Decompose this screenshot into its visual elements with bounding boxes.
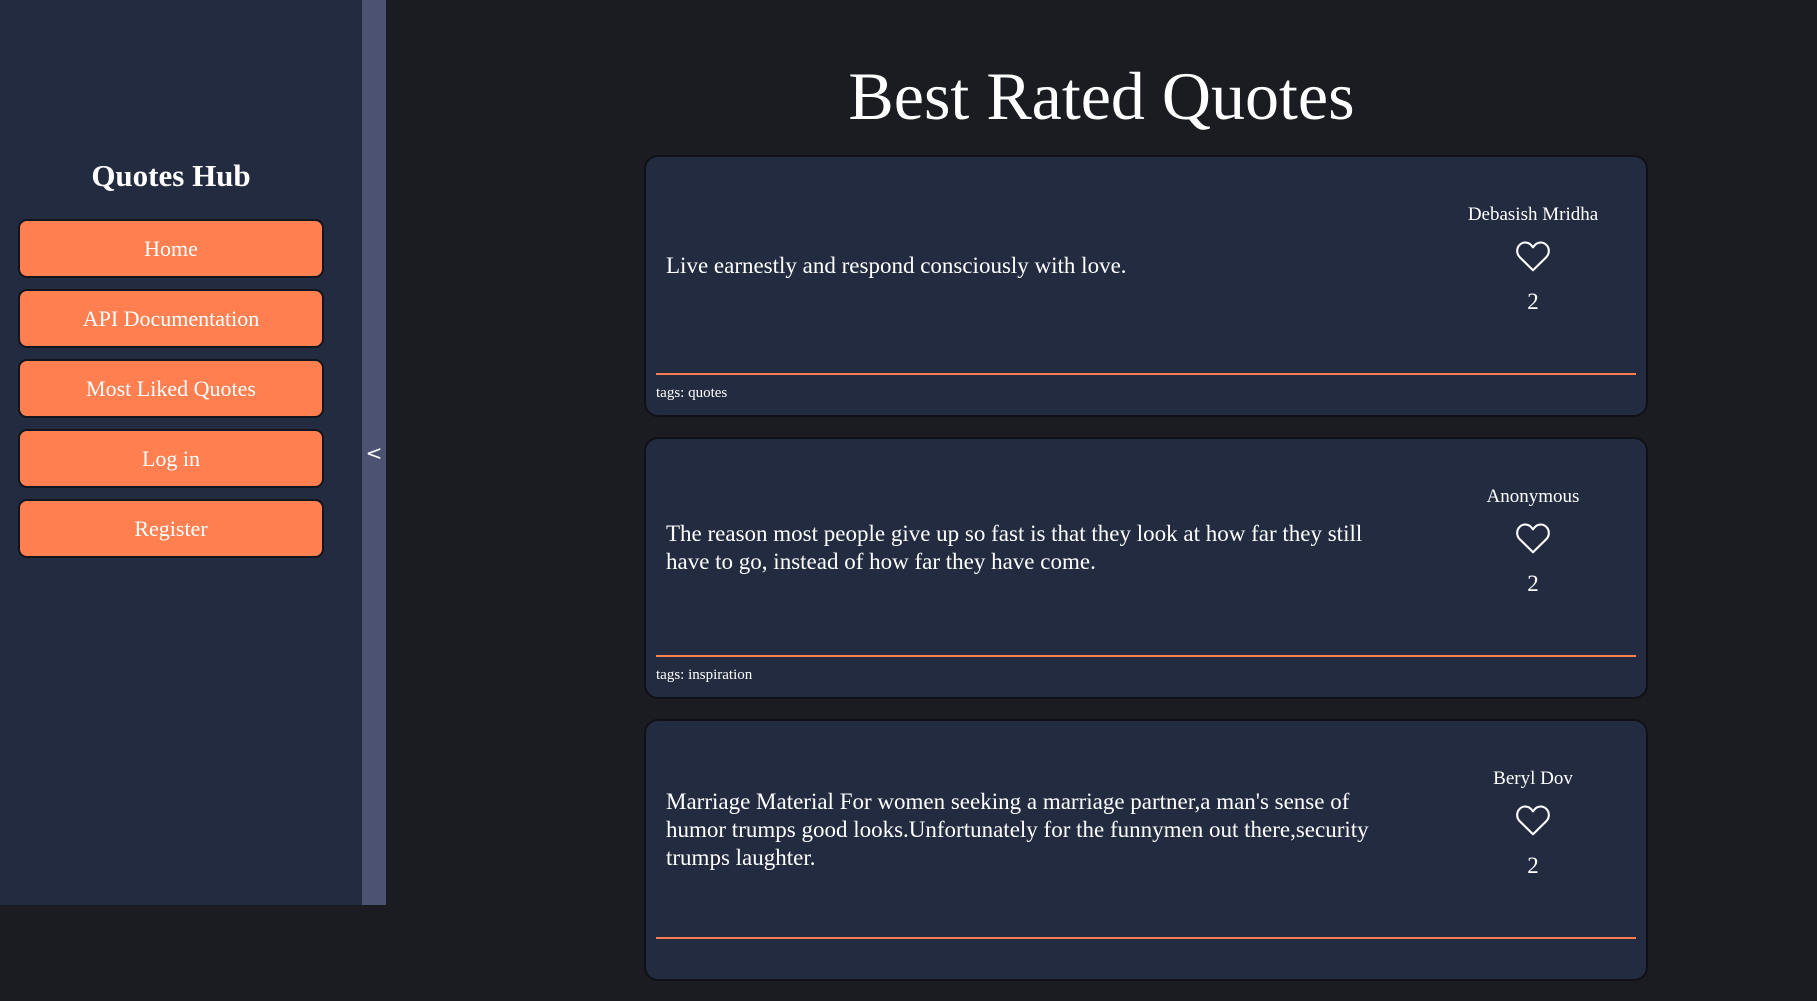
quote-author: Beryl Dov <box>1493 768 1573 789</box>
quote-text: The reason most people give up so fast i… <box>666 521 1363 574</box>
quote-text: Marriage Material For women seeking a ma… <box>666 789 1369 870</box>
nav-log-in-button[interactable]: Log in <box>18 429 324 488</box>
nav-home-button[interactable]: Home <box>18 219 324 278</box>
quote-meta: Anonymous 2 <box>1426 485 1640 597</box>
quote-meta: Beryl Dov 2 <box>1426 767 1640 879</box>
sidebar-nav: Home API Documentation Most Liked Quotes… <box>18 219 324 569</box>
nav-most-liked-quotes-button[interactable]: Most Liked Quotes <box>18 359 324 418</box>
quote-card: The reason most people give up so fast i… <box>644 437 1648 699</box>
like-button[interactable] <box>1515 803 1551 837</box>
chevron-left-icon: < <box>365 440 383 465</box>
nav-api-documentation-button[interactable]: API Documentation <box>18 289 324 348</box>
like-button[interactable] <box>1515 521 1551 555</box>
app-title: Quotes Hub <box>91 158 251 193</box>
nav-register-button[interactable]: Register <box>18 499 324 558</box>
quote-tags: tags: inspiration <box>656 667 753 683</box>
card-divider <box>656 373 1636 375</box>
card-divider <box>656 655 1636 657</box>
like-count: 2 <box>1527 289 1539 314</box>
quote-meta: Debasish Mridha 2 <box>1426 203 1640 315</box>
heart-outline-icon <box>1516 523 1550 554</box>
quote-author: Anonymous <box>1486 486 1580 507</box>
quote-tags: tags: quotes <box>656 385 728 401</box>
quote-text: Live earnestly and respond consciously w… <box>666 253 1127 278</box>
quote-author: Debasish Mridha <box>1467 204 1599 225</box>
heart-outline-icon <box>1516 805 1550 836</box>
heart-outline-icon <box>1516 241 1550 272</box>
sidebar-collapse-button[interactable]: < <box>362 0 386 905</box>
sidebar: Quotes Hub Home API Documentation Most L… <box>0 0 362 905</box>
quote-card: Live earnestly and respond consciously w… <box>644 155 1648 417</box>
main-content: Best Rated Quotes Live earnestly and res… <box>386 0 1817 981</box>
like-count: 2 <box>1527 853 1539 878</box>
like-count: 2 <box>1527 571 1539 596</box>
card-divider <box>656 937 1636 939</box>
quote-list: Live earnestly and respond consciously w… <box>644 155 1648 1001</box>
quote-card: Marriage Material For women seeking a ma… <box>644 719 1648 981</box>
like-button[interactable] <box>1515 239 1551 273</box>
page-title: Best Rated Quotes <box>848 58 1355 134</box>
